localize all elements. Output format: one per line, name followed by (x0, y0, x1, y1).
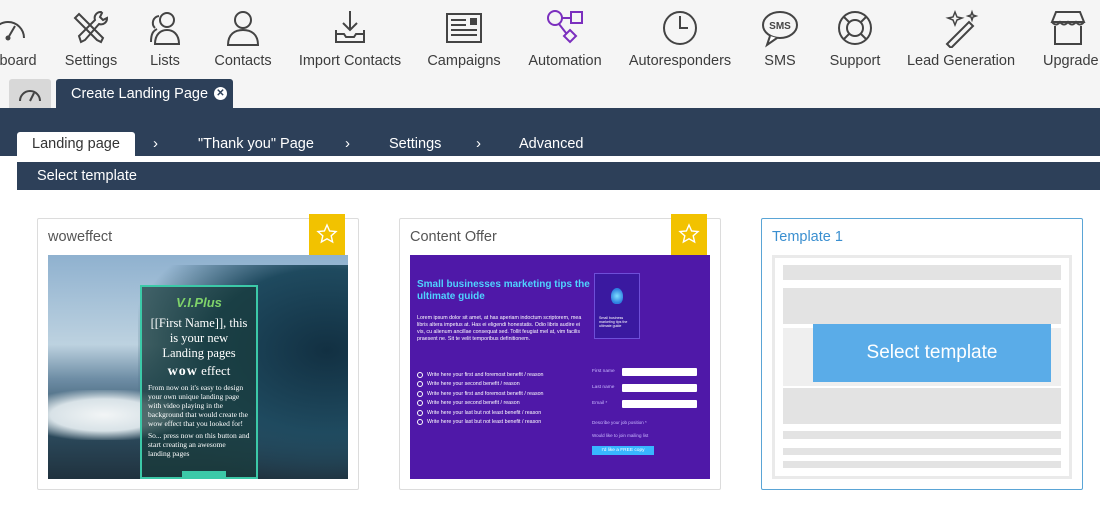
ebook-title: Small business marketing tips the ultima… (599, 316, 628, 328)
chevron-right-icon: › (153, 135, 158, 152)
nav-import-contacts[interactable]: Import Contacts (298, 8, 402, 72)
form-input (622, 384, 697, 392)
tab-create-landing-page[interactable]: Create Landing Page ✕ (56, 79, 233, 108)
preview-wow-suffix: effect (201, 363, 231, 378)
step-advanced[interactable]: Advanced (519, 132, 584, 156)
nav-import-contacts-label: Import Contacts (298, 53, 402, 69)
top-navigation: board Settings Lists Contacts Import Con… (0, 0, 1100, 76)
form-label: Last name (592, 385, 615, 390)
select-template-button[interactable]: Select template (813, 324, 1051, 382)
list-item: Write here your last but not least benef… (417, 408, 587, 418)
svg-text:SMS: SMS (769, 21, 791, 32)
section-title: Select template (17, 162, 1100, 190)
template-card-template-1[interactable]: Template 1 Select template (761, 218, 1083, 490)
preview-headline: Small businesses marketing tips the ulti… (417, 279, 590, 302)
newsletter-icon (446, 13, 482, 43)
step-landing-page[interactable]: Landing page (17, 132, 135, 156)
form-label: Email * (592, 401, 608, 406)
nav-automation-label: Automation (528, 53, 602, 69)
nav-campaigns[interactable]: Campaigns (426, 8, 502, 72)
workflow-icon (547, 10, 583, 44)
form-label: First name (592, 369, 615, 374)
step-thank-you-page[interactable]: "Thank you" Page (198, 132, 314, 156)
template-preview: Select template (772, 255, 1072, 479)
chevron-right-icon: › (345, 135, 350, 152)
nav-settings-label: Settings (64, 53, 118, 69)
template-card-content-offer[interactable]: Content Offer Small businesses marketing… (399, 214, 721, 490)
nav-lead-generation[interactable]: Lead Generation (906, 8, 1016, 72)
chevron-right-icon: › (476, 135, 481, 152)
preview-body: From now on it's easy to design your own… (148, 383, 248, 428)
users-icon (150, 12, 181, 45)
speedometer-icon (0, 21, 25, 41)
nav-dashboard[interactable]: board (0, 8, 38, 72)
nav-contacts[interactable]: Contacts (212, 8, 274, 72)
tab-create-landing-page-label: Create Landing Page (71, 85, 209, 102)
list-item: Write here your second benefit / reason (417, 380, 587, 390)
close-icon[interactable]: ✕ (214, 87, 227, 100)
nav-support[interactable]: Support (826, 8, 884, 72)
list-item: Write here your first and foremost benef… (417, 370, 587, 380)
nav-lists-label: Lists (150, 53, 180, 69)
nav-sms[interactable]: SMS SMS (756, 8, 804, 72)
template-card-woweffect[interactable]: woweffect V.I.Plus [[First Name]], this … (37, 214, 359, 490)
form-checkbox-label: Would like to join mailing list (592, 433, 649, 438)
form-hint: Describe your job position * (592, 420, 647, 425)
template-preview: Small businesses marketing tips the ulti… (410, 255, 710, 479)
nav-autoresponders-label: Autoresponders (628, 53, 732, 69)
preview-logo: V.I.Plus (176, 295, 222, 310)
template-preview: V.I.Plus [[First Name]], this is your ne… (48, 255, 348, 479)
preview-cta-button: I'd like a FREE copy (592, 446, 654, 455)
list-item: Write here your last but not least benef… (417, 418, 587, 428)
tools-icon (73, 11, 108, 44)
list-item: Write here your second benefit / reason (417, 399, 587, 409)
preview-body: Lorem ipsum dolor sit amet, at has aperi… (417, 315, 582, 342)
tab-dashboard-home[interactable] (9, 79, 51, 108)
nav-contacts-label: Contacts (214, 53, 272, 69)
form-input (622, 400, 697, 408)
nav-campaigns-label: Campaigns (427, 53, 501, 69)
form-input (622, 368, 697, 376)
nav-autoresponders[interactable]: Autoresponders (628, 8, 732, 72)
list-item: Write here your first and foremost benef… (417, 389, 587, 399)
preview-headline: [[First Name]], this is your new Landing… (150, 316, 248, 360)
nav-lists[interactable]: Lists (140, 8, 190, 72)
preview-body-2: So... press now on this button and start… (148, 431, 250, 458)
template-title: woweffect (48, 229, 113, 245)
wizard-band: Landing page › "Thank you" Page › Settin… (0, 108, 1100, 156)
clock-icon (663, 11, 697, 45)
nav-upgrade-label: Upgrade (1043, 53, 1099, 69)
template-title: Content Offer (410, 229, 497, 245)
nav-support-label: Support (829, 53, 881, 69)
tab-strip: Create Landing Page ✕ (0, 76, 1100, 108)
magic-wand-icon (945, 9, 979, 48)
step-settings[interactable]: Settings (389, 132, 441, 156)
preview-wow: wow (167, 364, 198, 379)
lifebuoy-icon (838, 11, 872, 45)
sms-icon: SMS (762, 11, 798, 48)
template-title: Template 1 (772, 229, 843, 245)
ebook-cover: Small business marketing tips the ultima… (594, 273, 640, 339)
import-icon (335, 11, 365, 43)
nav-dashboard-label: board (0, 53, 37, 69)
speedometer-icon (19, 89, 41, 101)
nav-upgrade[interactable]: Upgrade (1040, 8, 1100, 72)
nav-automation[interactable]: Automation (526, 8, 604, 72)
nav-sms-label: SMS (764, 53, 796, 69)
nav-lead-generation-label: Lead Generation (906, 53, 1016, 69)
nav-settings[interactable]: Settings (62, 8, 120, 72)
store-icon (1050, 11, 1086, 45)
user-icon (226, 11, 260, 46)
preview-bullets: Write here your first and foremost benef… (417, 370, 587, 427)
